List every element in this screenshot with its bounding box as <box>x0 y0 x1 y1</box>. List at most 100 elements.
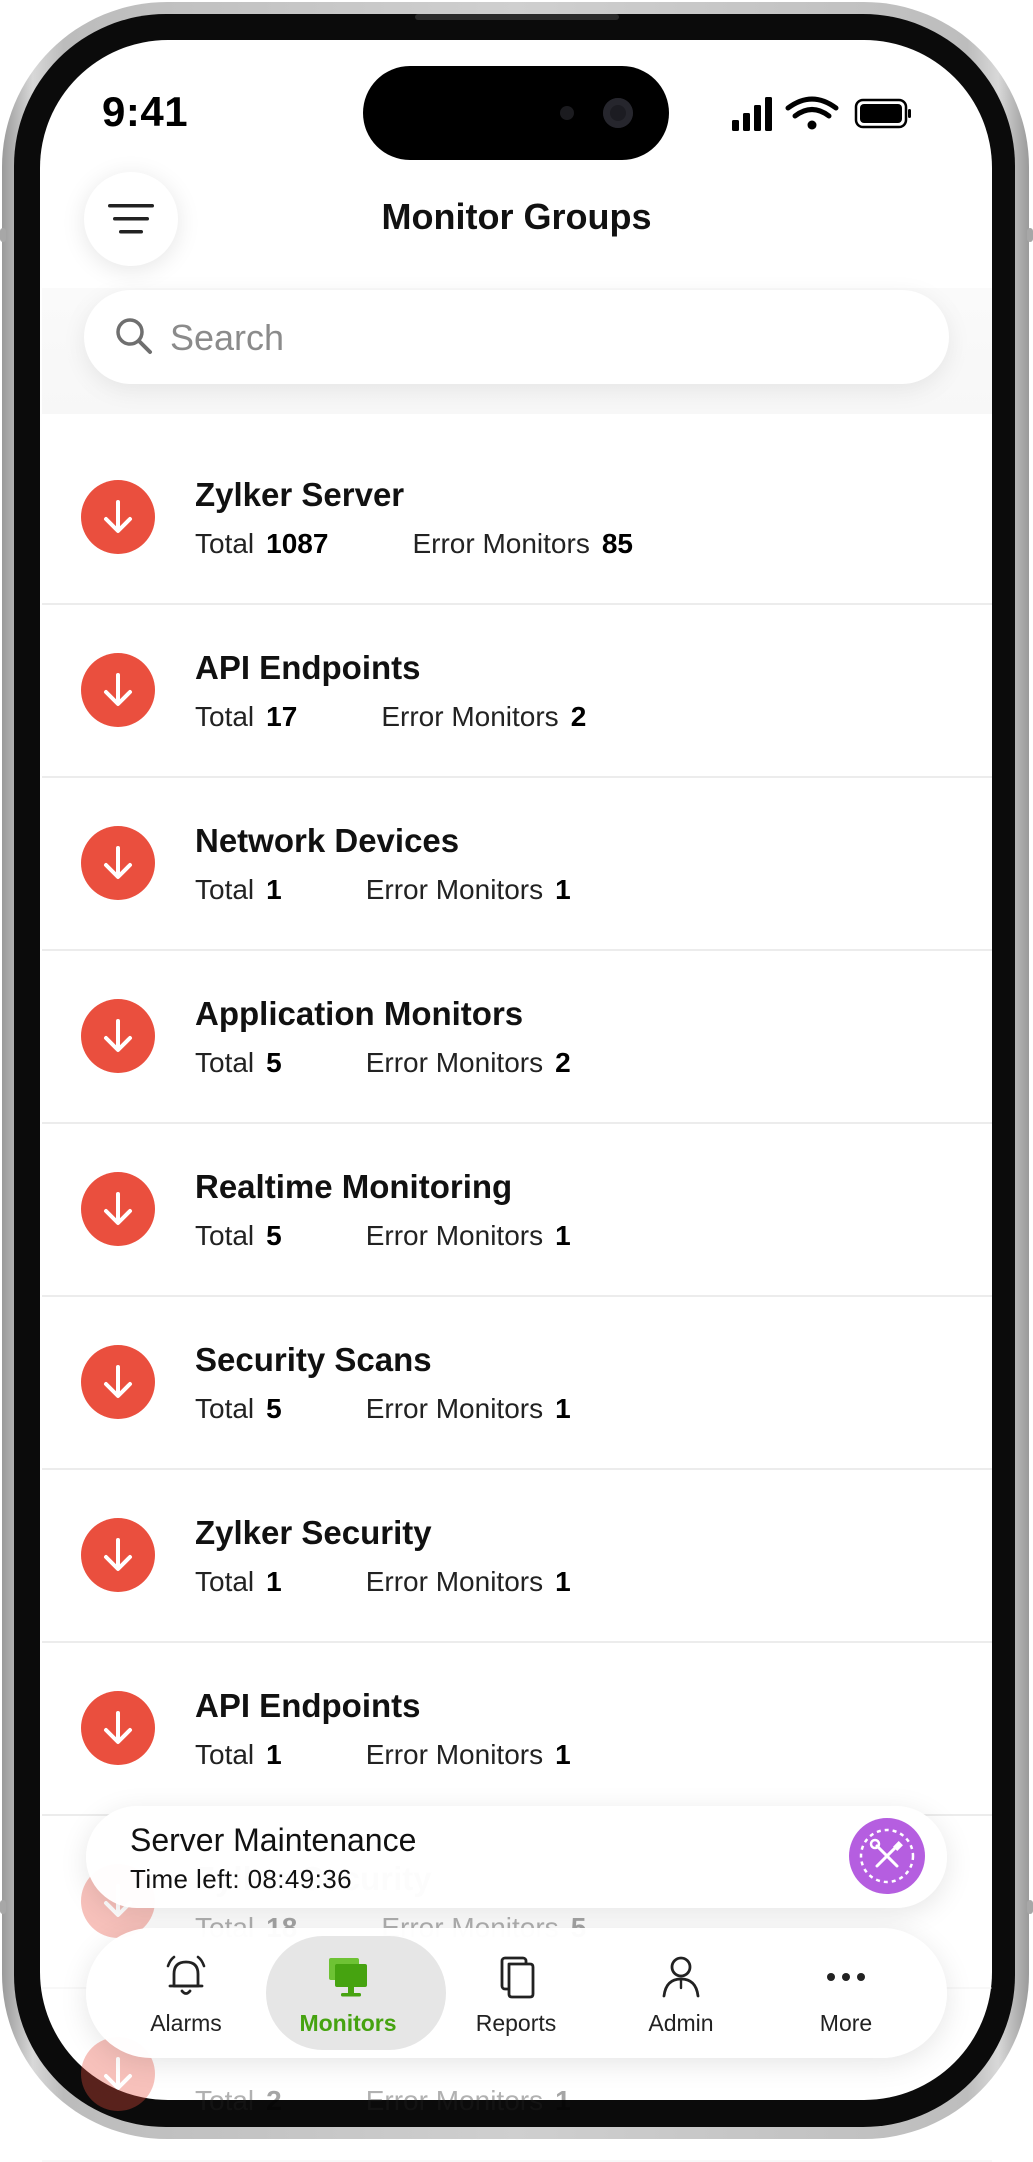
total-label: Total <box>195 701 255 732</box>
arrow-down-icon <box>104 846 132 879</box>
tab-reports[interactable]: Reports <box>436 1928 596 2058</box>
total-count: 17 <box>266 701 298 732</box>
error-monitors-count: 1 <box>555 1393 571 1424</box>
group-name: Realtime Monitoring <box>195 1168 513 1205</box>
search-icon <box>116 318 152 354</box>
error-monitors-count: 1 <box>555 2085 571 2116</box>
error-monitors-count: 1 <box>555 874 571 905</box>
group-name: Network Devices <box>195 822 460 859</box>
group-stats: Total 1 Error Monitors 1 <box>195 1566 571 1598</box>
error-monitors-label: Error Monitors <box>381 701 559 732</box>
total-count: 5 <box>266 1047 282 1078</box>
group-stats: Total 5 Error Monitors 1 <box>195 1393 571 1425</box>
arrow-down-icon <box>104 1711 132 1744</box>
monitor-group-row[interactable]: Application Monitors Total 5 Error Monitors… <box>42 951 992 1124</box>
group-name: Zylker Server <box>195 476 405 513</box>
tab-label: Admin <box>648 2010 714 2036</box>
group-name: Zylker Security <box>195 1514 432 1551</box>
total-count: 5 <box>266 1393 282 1424</box>
status-down-indicator <box>81 1345 155 1419</box>
monitor-group-row[interactable]: API Endpoints Total 1 Error Monitors 1 <box>42 1643 992 1816</box>
arrow-down-icon <box>104 2057 132 2090</box>
dynamic-island <box>363 66 669 160</box>
total-count: 1 <box>266 874 282 905</box>
status-down-indicator <box>81 1518 155 1592</box>
wifi-dot <box>807 120 817 130</box>
error-monitors-count: 2 <box>570 701 587 732</box>
total-label: Total <box>195 1739 255 1770</box>
total-count: 1 <box>266 1739 282 1770</box>
status-down-indicator <box>81 653 155 727</box>
status-down-indicator <box>81 826 155 900</box>
tab-label: Reports <box>475 2010 557 2036</box>
total-count: 1087 <box>266 528 329 559</box>
wifi-icon <box>785 96 839 119</box>
admin-icon <box>662 1956 700 1998</box>
total-count: 2 <box>266 2085 282 2116</box>
maintenance-title: Server Maintenance <box>130 1822 417 1858</box>
camera-dot <box>603 98 633 128</box>
tab-label: Alarms <box>150 2010 222 2036</box>
status-icons <box>732 96 911 131</box>
error-monitors-count: 1 <box>555 1739 571 1770</box>
tab-monitors[interactable]: Monitors <box>266 1928 446 2058</box>
group-stats: Total 1 Error Monitors 1 <box>195 1739 571 1771</box>
more-icon <box>827 1973 865 1981</box>
search-input[interactable] <box>168 306 912 370</box>
maintenance-time-left: Time left: 08:49:36 <box>130 1864 352 1894</box>
error-monitors-count: 1 <box>555 1220 571 1251</box>
tab-more[interactable]: More <box>766 1928 926 2058</box>
group-stats: Total 17 Error Monitors 2 <box>195 701 586 733</box>
error-monitors-label: Error Monitors <box>412 528 590 559</box>
page-title: Monitor Groups <box>381 196 652 237</box>
error-monitors-count: 2 <box>555 1047 571 1078</box>
arrow-down-icon <box>104 1192 132 1225</box>
total-label: Total <box>195 1047 255 1078</box>
group-stats: Total 5 Error Monitors 1 <box>195 1220 571 1252</box>
arrow-down-icon <box>104 1019 132 1052</box>
tab-alarms[interactable]: Alarms <box>106 1928 266 2058</box>
error-monitors-label: Error Monitors <box>365 1220 544 1251</box>
monitor-group-row[interactable]: Zylker Security Total 1 Error Monitors 1 <box>42 1470 992 1643</box>
arrow-down-icon <box>104 1365 132 1398</box>
tab-bar: Alarms Monitors Reports Admin More <box>86 1928 947 2058</box>
error-monitors-label: Error Monitors <box>365 874 544 905</box>
group-stats: Total 5 Error Monitors 2 <box>195 1047 571 1079</box>
monitor-group-row[interactable]: API Endpoints Total 17 Error Monitors 2 <box>42 605 992 778</box>
arrow-down-icon <box>104 673 132 706</box>
tab-label: More <box>819 2010 873 2036</box>
error-monitors-label: Error Monitors <box>365 1566 544 1597</box>
group-name: API Endpoints <box>195 649 421 686</box>
error-monitors-label: Error Monitors <box>365 1047 544 1078</box>
total-label: Total <box>195 1220 255 1251</box>
group-name: API Endpoints <box>195 1687 421 1724</box>
error-monitors-count: 1 <box>555 1566 571 1597</box>
frame-detail <box>0 1900 6 1914</box>
total-count: 5 <box>266 1220 282 1251</box>
status-down-indicator <box>81 1172 155 1246</box>
maintenance-banner[interactable]: Server Maintenance Time left: 08:49:36 <box>86 1806 947 1908</box>
maintenance-button[interactable] <box>849 1818 925 1894</box>
frame-detail <box>1027 1900 1033 1914</box>
arrow-down-icon <box>104 1538 132 1571</box>
search-bar[interactable] <box>84 290 949 384</box>
monitor-group-row[interactable]: Zylker Server Total 1087 Error Monitors 85 <box>42 432 992 605</box>
total-label: Total <box>195 528 255 559</box>
total-count: 1 <box>266 1566 282 1597</box>
monitor-group-row[interactable]: Realtime Monitoring Total 5 Error Monitors 1 <box>42 1124 992 1297</box>
error-monitors-count: 85 <box>601 528 633 559</box>
monitor-group-row[interactable]: Network Devices Total 1 Error Monitors 1 <box>42 778 992 951</box>
sensor-dot <box>560 106 574 120</box>
status-time: 9:41 <box>102 88 189 135</box>
total-label: Total <box>195 1393 255 1424</box>
monitors-icon <box>329 1958 367 1997</box>
maintenance-tools-icon <box>859 1828 915 1884</box>
arrow-down-icon <box>104 500 132 533</box>
group-stats: Total 2 Error Monitors 1 <box>195 2085 571 2117</box>
group-name: Application Monitors <box>195 995 524 1032</box>
speaker-grille <box>415 14 619 20</box>
monitor-group-row[interactable]: Security Scans Total 5 Error Monitors 1 <box>42 1297 992 1470</box>
group-name: Security Scans <box>195 1341 432 1378</box>
tab-admin[interactable]: Admin <box>601 1928 761 2058</box>
bell-icon <box>166 1955 206 1995</box>
